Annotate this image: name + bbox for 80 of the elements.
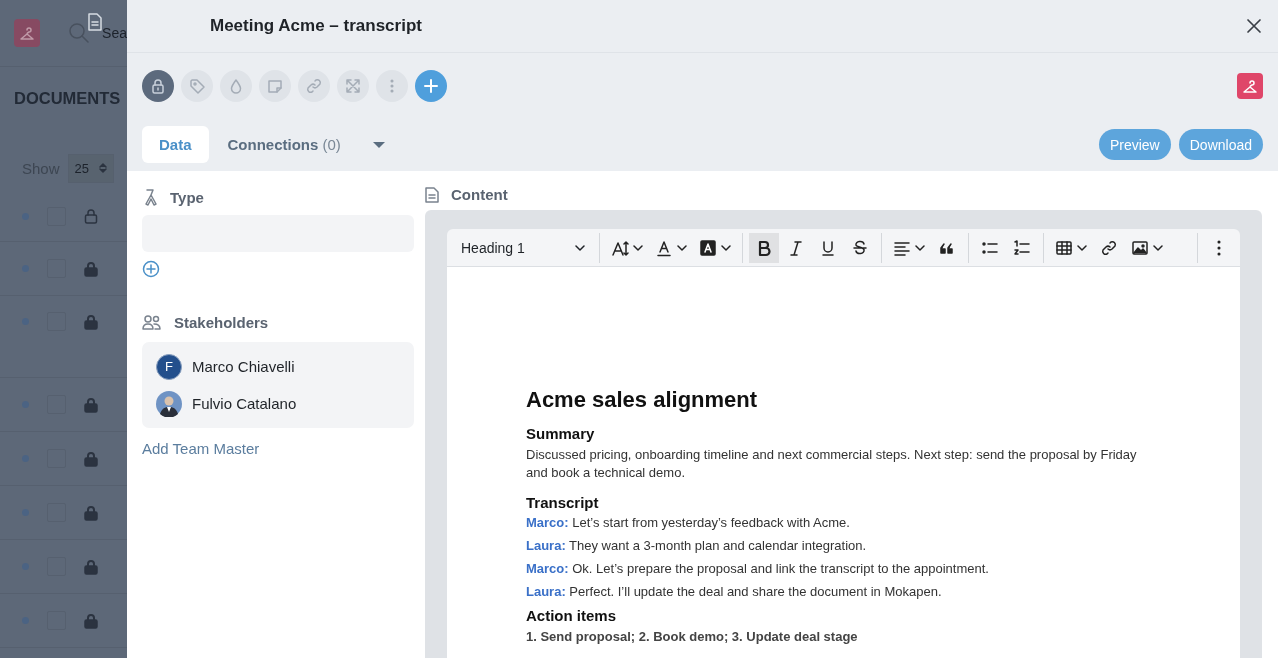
type-label: Type [170, 188, 204, 206]
heading-dropdown[interactable]: Heading 1 [455, 232, 593, 263]
caret-icon [677, 244, 687, 251]
people-icon [142, 314, 162, 330]
avatar [156, 390, 182, 417]
sort-arrows-icon [99, 162, 107, 174]
italic-icon [787, 238, 805, 257]
lock-icon [84, 260, 98, 277]
link-icon [1100, 238, 1118, 257]
search-field[interactable]: Sea [68, 13, 127, 53]
page-title: DOCUMENTS [13, 88, 122, 109]
hanger-icon [1241, 77, 1259, 95]
paragraph: Discussed pricing, onboarding timeline and next commercial steps. Next step: send the proposal by Friday and book a technical demo. [526, 446, 1138, 482]
section-heading: Action items [526, 607, 617, 624]
section-heading: Summary [526, 425, 596, 442]
transcript-line: Marco: Ok. Let’s prepare the proposal and link the transcript to the appointment. [526, 561, 990, 576]
caret-icon [1153, 244, 1163, 251]
lock-button[interactable] [142, 70, 174, 102]
bold-button[interactable] [749, 232, 779, 263]
caret-icon [633, 244, 643, 251]
table-icon [1055, 238, 1073, 257]
triangle-down-icon [371, 140, 386, 149]
caret-icon [721, 244, 731, 251]
more-icon [390, 79, 394, 93]
numbered-list-icon [1013, 238, 1031, 257]
document-title: Acme sales alignment [526, 387, 759, 413]
plus-icon [422, 77, 440, 95]
panel-title: Meeting Acme – transcript [210, 16, 423, 36]
hanger-icon [18, 24, 37, 42]
link-icon [305, 77, 323, 95]
transcript-line: Laura: Perfect. I’ll update the deal and share the document in Mokapen. [526, 584, 943, 599]
lock-icon [149, 77, 167, 95]
expand-button[interactable] [337, 70, 369, 102]
transcript-line: Marco: Let’s start from yesterday’s feedback with Acme. [526, 515, 851, 530]
tag-button[interactable] [181, 70, 213, 102]
stakeholders-label: Stakeholders [174, 313, 269, 331]
tab[interactable]: Data [142, 126, 209, 163]
content-label: Content [451, 186, 508, 203]
lock-icon [84, 208, 98, 224]
caret-icon [915, 244, 925, 251]
caret-icon [575, 244, 585, 251]
drop-button[interactable] [220, 70, 252, 102]
caret-icon [1077, 244, 1087, 251]
avatar: F [156, 353, 182, 380]
font-size-icon [611, 238, 629, 257]
lock-icon [84, 450, 98, 467]
page-size-select[interactable]: 25 [67, 153, 114, 183]
person-name: Fulvio Catalano [192, 395, 297, 412]
download-button[interactable]: Download [1178, 129, 1263, 160]
underline-icon [819, 238, 837, 257]
preview-button[interactable]: Preview [1098, 129, 1171, 160]
note-icon [266, 77, 284, 95]
add-team-master-link[interactable]: Add Team Master [142, 440, 260, 457]
profile-button[interactable] [14, 19, 41, 47]
tab[interactable]: Connections (0) [210, 126, 358, 163]
plus-circle-icon [142, 260, 160, 278]
action-list: 1. Send proposal; 2. Book demo; 3. Update deal stage [526, 628, 1160, 646]
lock-icon [84, 612, 98, 629]
highlight-icon [699, 238, 717, 257]
document-icon [88, 13, 103, 31]
add-button[interactable] [142, 260, 160, 278]
lock-icon [84, 313, 98, 330]
font-color-icon [655, 238, 673, 257]
document-icon [425, 186, 439, 203]
close-icon [1246, 18, 1262, 34]
more-icon [1217, 239, 1221, 256]
section-heading: Transcript [526, 494, 600, 511]
ribbon-icon [142, 188, 158, 206]
lock-icon [84, 558, 98, 575]
image-icon [1131, 238, 1149, 257]
strikethrough-icon [851, 238, 869, 257]
person-name: Marco Chiavelli [192, 358, 295, 375]
plus-button[interactable] [415, 70, 447, 102]
lock-icon [84, 504, 98, 521]
transcript-line: Laura: They want a 3-month plan and calendar integration. [526, 538, 868, 553]
profile-button[interactable] [1237, 73, 1263, 99]
tag-icon [188, 77, 206, 95]
expand-icon [344, 77, 362, 95]
lock-icon [84, 396, 98, 413]
search-icon [68, 22, 91, 44]
